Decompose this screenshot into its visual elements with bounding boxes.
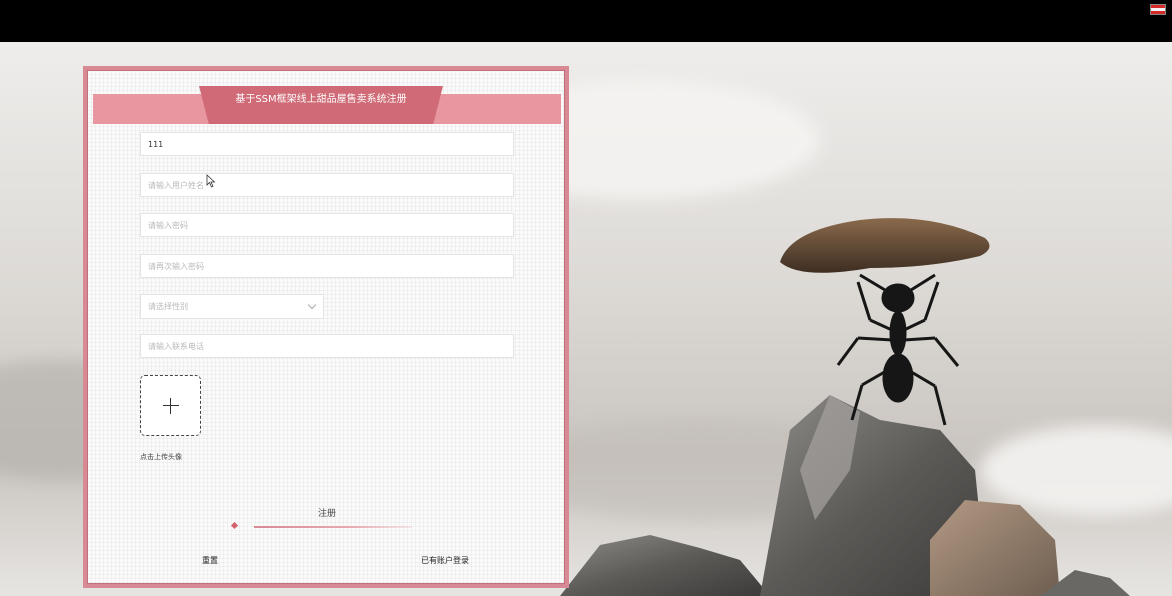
username-input[interactable] xyxy=(140,173,514,197)
login-link[interactable]: 已有账户登录 xyxy=(405,555,485,566)
phone-input[interactable] xyxy=(140,334,514,358)
avatar-upload-button[interactable] xyxy=(140,375,201,436)
plus-icon xyxy=(141,376,200,435)
cursor-icon xyxy=(206,174,216,188)
reset-button[interactable]: 重置 xyxy=(187,555,233,566)
diamond-icon xyxy=(230,521,239,530)
gender-select-placeholder: 请选择性别 xyxy=(148,302,188,311)
chevron-down-icon xyxy=(307,300,317,310)
register-button[interactable]: 注册 xyxy=(297,506,357,522)
flag-icon xyxy=(1150,4,1166,15)
register-panel: 基于SSM框架线上甜品屋售卖系统注册 请选择性别 点击上传头像 注册 重置 已有… xyxy=(83,66,569,588)
submit-underline xyxy=(254,526,412,528)
password-input[interactable] xyxy=(140,213,514,237)
gender-select[interactable]: 请选择性别 xyxy=(140,294,324,319)
confirm-password-input[interactable] xyxy=(140,254,514,278)
screen: 基于SSM框架线上甜品屋售卖系统注册 请选择性别 点击上传头像 注册 重置 已有… xyxy=(0,0,1172,596)
page-title: 基于SSM框架线上甜品屋售卖系统注册 xyxy=(235,94,407,105)
upload-label: 点击上传头像 xyxy=(140,453,182,461)
top-bar xyxy=(0,0,1172,42)
account-input[interactable] xyxy=(140,132,514,156)
